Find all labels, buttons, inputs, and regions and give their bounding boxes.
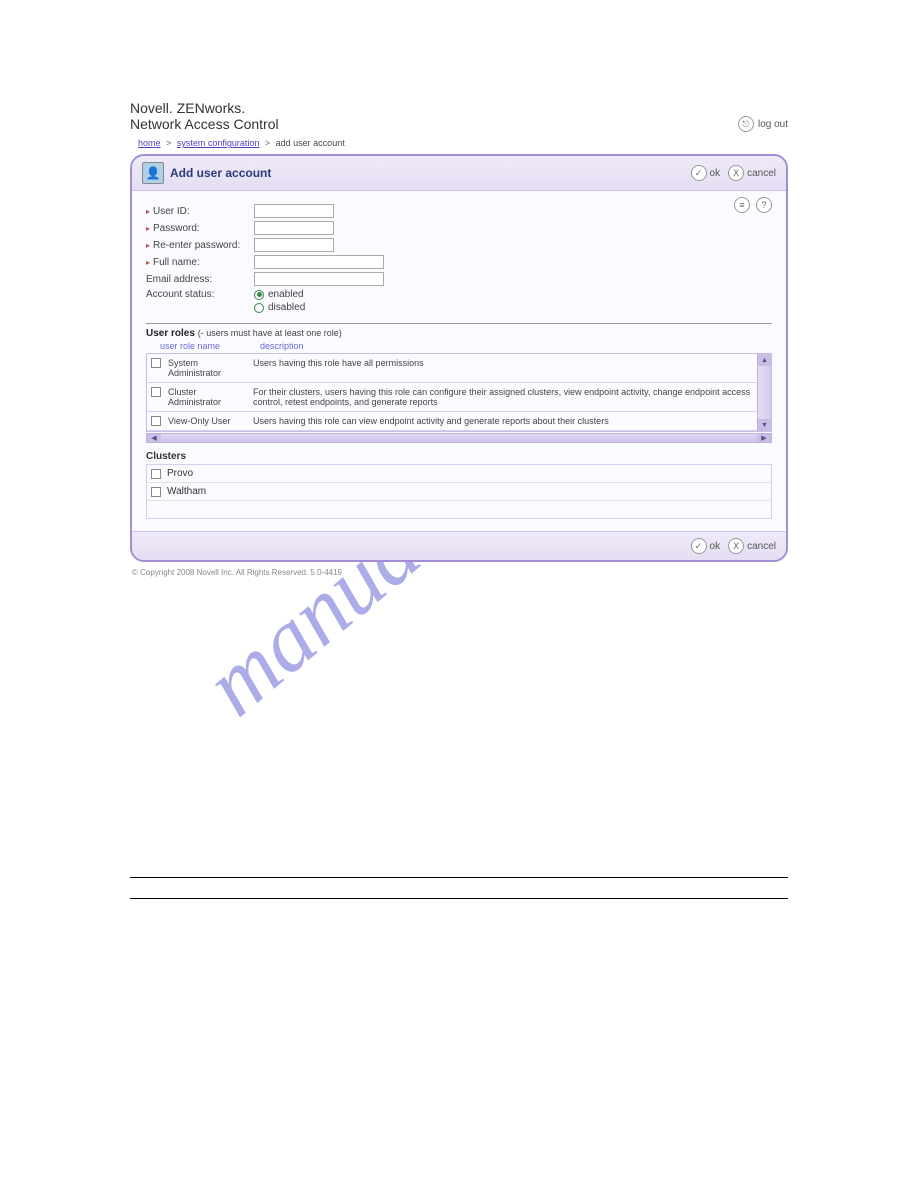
help-icon[interactable]: ? bbox=[756, 197, 772, 213]
label-account-status: Account status: bbox=[146, 289, 246, 300]
checkmark-icon: ✓ bbox=[691, 165, 707, 181]
breadcrumb-home[interactable]: home bbox=[138, 138, 161, 148]
col-role-desc: description bbox=[260, 341, 304, 351]
col-role-name: user role name bbox=[160, 341, 260, 351]
fullname-input[interactable] bbox=[254, 255, 384, 269]
logout-link[interactable]: ⎋ log out bbox=[738, 116, 788, 132]
clusters-label: Clusters bbox=[146, 451, 772, 462]
ok-button-bottom[interactable]: ✓ ok bbox=[691, 538, 721, 554]
app-header: Novell. ZENworks. Network Access Control… bbox=[130, 100, 788, 132]
panel-header: 👤 Add user account ✓ ok X cancel bbox=[132, 156, 786, 191]
list-icon[interactable]: ≡ bbox=[734, 197, 750, 213]
role-desc: Users having this role can view endpoint… bbox=[250, 412, 771, 430]
x-icon: X bbox=[728, 165, 744, 181]
copyright-text: © Copyright 2008 Novell Inc. All Rights … bbox=[132, 568, 788, 577]
label-reenter: Re-enter password: bbox=[146, 240, 246, 251]
reenter-password-input[interactable] bbox=[254, 238, 334, 252]
panel-footer: ✓ ok X cancel bbox=[132, 531, 786, 560]
scroll-left-icon[interactable]: ◀ bbox=[147, 434, 161, 442]
user-account-icon: 👤 bbox=[142, 162, 164, 184]
logout-icon: ⎋ bbox=[738, 116, 754, 132]
logout-label: log out bbox=[758, 119, 788, 130]
role-checkbox[interactable] bbox=[151, 358, 161, 368]
radio-disabled[interactable] bbox=[254, 303, 264, 313]
ok-button-top[interactable]: ✓ ok bbox=[691, 165, 721, 181]
horizontal-scrollbar[interactable]: ◀ ▶ bbox=[146, 433, 772, 443]
brand-name-1: Novell bbox=[130, 100, 169, 116]
label-email: Email address: bbox=[146, 274, 246, 285]
cancel-button-bottom[interactable]: X cancel bbox=[728, 538, 776, 554]
page-title: Add user account bbox=[170, 166, 271, 180]
main-panel: 👤 Add user account ✓ ok X cancel ≡ ? bbox=[130, 154, 788, 562]
table-row: System Administrator Users having this r… bbox=[147, 354, 771, 383]
vertical-scrollbar[interactable]: ▲ ▼ bbox=[757, 354, 771, 431]
role-name: System Administrator bbox=[165, 354, 250, 382]
x-icon: X bbox=[728, 538, 744, 554]
radio-enabled-label: enabled bbox=[268, 289, 304, 300]
checkmark-icon: ✓ bbox=[691, 538, 707, 554]
scroll-down-icon[interactable]: ▼ bbox=[758, 419, 771, 431]
scroll-up-icon[interactable]: ▲ bbox=[758, 354, 771, 366]
role-name: Cluster Administrator bbox=[165, 383, 250, 411]
role-name: View-Only User bbox=[165, 412, 250, 430]
cluster-checkbox[interactable] bbox=[151, 469, 161, 479]
label-password: Password: bbox=[146, 223, 246, 234]
breadcrumb: home > system configuration > add user a… bbox=[138, 138, 788, 148]
clusters-list: Provo Waltham bbox=[146, 464, 772, 519]
breadcrumb-current: add user account bbox=[276, 138, 345, 148]
user-roles-label: User roles (- users must have at least o… bbox=[146, 328, 772, 339]
cancel-button-top[interactable]: X cancel bbox=[728, 165, 776, 181]
password-input[interactable] bbox=[254, 221, 334, 235]
cluster-name: Provo bbox=[167, 468, 193, 479]
role-checkbox[interactable] bbox=[151, 416, 161, 426]
list-item: Waltham bbox=[147, 483, 771, 501]
label-fullname: Full name: bbox=[146, 257, 246, 268]
radio-disabled-label: disabled bbox=[268, 302, 305, 313]
roles-table: System Administrator Users having this r… bbox=[146, 353, 772, 432]
role-desc: Users having this role have all permissi… bbox=[250, 354, 771, 382]
brand-name-2: ZENworks. bbox=[177, 100, 245, 116]
scroll-right-icon[interactable]: ▶ bbox=[757, 434, 771, 442]
brand-subtitle: Network Access Control bbox=[130, 116, 279, 132]
cluster-name: Waltham bbox=[167, 486, 206, 497]
list-item: Provo bbox=[147, 465, 771, 483]
role-checkbox[interactable] bbox=[151, 387, 161, 397]
table-row: View-Only User Users having this role ca… bbox=[147, 412, 771, 431]
page-footer-rules bbox=[130, 877, 788, 899]
role-desc: For their clusters, users having this ro… bbox=[250, 383, 771, 411]
userid-input[interactable] bbox=[254, 204, 334, 218]
email-input[interactable] bbox=[254, 272, 384, 286]
brand-block: Novell. ZENworks. Network Access Control bbox=[130, 100, 279, 132]
radio-enabled[interactable] bbox=[254, 290, 264, 300]
table-row: Cluster Administrator For their clusters… bbox=[147, 383, 771, 412]
label-userid: User ID: bbox=[146, 206, 246, 217]
breadcrumb-sysconf[interactable]: system configuration bbox=[177, 138, 260, 148]
cluster-checkbox[interactable] bbox=[151, 487, 161, 497]
